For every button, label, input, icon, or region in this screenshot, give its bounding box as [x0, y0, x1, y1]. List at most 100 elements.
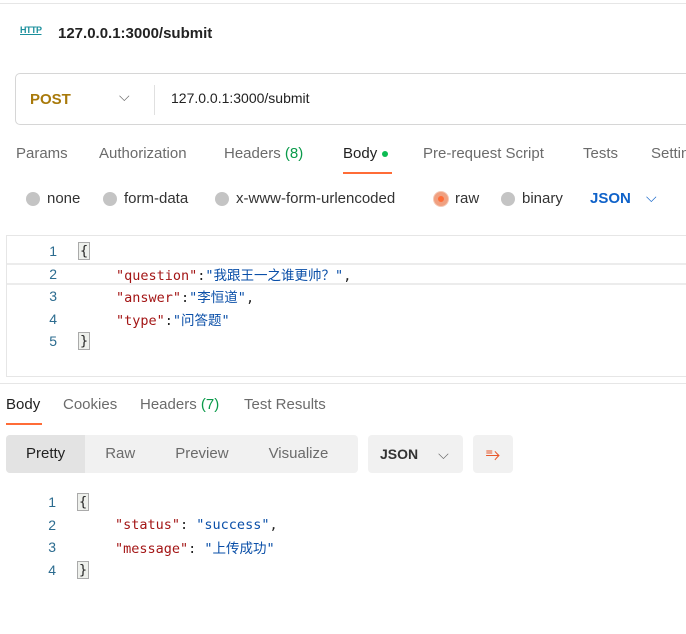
tab-body[interactable]: Body: [343, 145, 389, 162]
http-icon: HTTP: [20, 25, 42, 35]
code-content: }: [78, 332, 91, 350]
line-number: 4: [48, 561, 56, 578]
tab-label: Headers: [224, 145, 281, 162]
tab-tests[interactable]: Tests: [583, 145, 618, 162]
view-preview[interactable]: Preview: [155, 435, 248, 473]
code-line: 4}: [6, 559, 686, 581]
brace: }: [78, 332, 91, 350]
json-sep: :: [180, 516, 197, 533]
radio-icon: [26, 191, 40, 206]
radio-label: x-www-form-urlencoded: [236, 190, 396, 207]
code-line: 3 "answer":"李恒道",: [7, 285, 686, 307]
chevron-down-icon: ⌵: [438, 446, 449, 462]
line-number: 2: [48, 516, 56, 533]
pane-divider[interactable]: [0, 383, 686, 384]
tab-authorization[interactable]: Authorization: [99, 145, 187, 162]
tab-params[interactable]: Params: [16, 145, 68, 162]
request-title[interactable]: 127.0.0.1:3000/submit: [58, 25, 212, 42]
line-number: 3: [49, 288, 57, 304]
body-format-select[interactable]: JSON: [590, 190, 631, 207]
active-tab-underline: [343, 172, 392, 174]
code-line: 2 "status": "success",: [6, 514, 686, 536]
line-number: 1: [48, 494, 56, 510]
top-divider: [0, 3, 686, 4]
radio-form-data[interactable]: form-data: [103, 190, 188, 207]
view-visualize[interactable]: Visualize: [249, 435, 349, 473]
chevron-down-icon[interactable]: ⌵: [119, 88, 130, 105]
format-label: JSON: [380, 446, 419, 462]
radio-urlencoded[interactable]: x-www-form-urlencoded: [215, 190, 395, 207]
code-content: {: [77, 493, 90, 511]
json-val: "李恒道": [189, 290, 246, 306]
code-line: 4 "type":"问答题": [7, 308, 686, 330]
json-key: "status": [115, 516, 181, 533]
brace: {: [77, 493, 90, 511]
radio-raw[interactable]: raw: [434, 190, 479, 207]
response-body-viewer: 1{2 "status": "success", 3 "message": "上传成功…: [6, 487, 686, 587]
view-raw[interactable]: Raw: [85, 435, 155, 473]
json-end: ,: [343, 267, 352, 284]
code-content: "message": "上传成功": [115, 537, 275, 557]
radio-icon: [501, 191, 515, 206]
brace: }: [77, 560, 90, 579]
radio-none[interactable]: none: [26, 190, 80, 207]
json-val: "问答题": [172, 312, 230, 329]
radio-selected-icon: [434, 191, 448, 206]
brace: {: [78, 242, 91, 260]
json-val: "success": [196, 516, 270, 533]
line-number: 4: [49, 310, 57, 327]
radio-label: raw: [455, 190, 480, 207]
tab-pre-request-script[interactable]: Pre-request Script: [423, 145, 544, 162]
json-sep: :: [188, 541, 205, 557]
method-select[interactable]: POST: [30, 91, 71, 108]
code-line: 5}: [7, 330, 686, 352]
tab-headers[interactable]: Headers (8): [224, 145, 303, 162]
json-key: "answer": [116, 290, 182, 306]
url-bar: POST ⌵ 127.0.0.1:3000/submit: [15, 73, 686, 125]
json-sep: :: [164, 312, 173, 329]
radio-label: binary: [522, 190, 563, 207]
radio-label: none: [47, 190, 81, 207]
json-end: ,: [245, 290, 255, 306]
radio-icon: [215, 191, 229, 206]
tab-label: Body: [343, 145, 378, 162]
request-body-editor[interactable]: 1{2 "question":"我跟王一之谁更帅？", 3 "answer":"李恒道…: [6, 235, 686, 377]
active-tab-underline: [6, 423, 42, 425]
json-key: "message": [115, 541, 189, 557]
line-number: 1: [49, 243, 57, 259]
response-tab-body[interactable]: Body: [6, 396, 40, 413]
code-content: }: [77, 560, 90, 579]
radio-binary[interactable]: binary: [501, 190, 563, 207]
headers-count: (7): [200, 396, 220, 413]
code-content: "question":"我跟王一之谁更帅？",: [116, 264, 351, 284]
code-line: 1{: [6, 491, 686, 513]
view-pretty[interactable]: Pretty: [6, 435, 86, 473]
line-number: 3: [48, 539, 56, 555]
divider: [154, 85, 155, 115]
modified-dot-icon: [382, 151, 389, 158]
wrap-lines-icon[interactable]: ⥱: [473, 435, 513, 473]
code-content: "status": "success",: [115, 517, 278, 533]
tab-label: Headers: [140, 396, 197, 413]
url-input[interactable]: 127.0.0.1:3000/submit: [171, 90, 310, 106]
view-mode-toggle: Pretty Raw Preview Visualize: [6, 435, 358, 473]
response-tab-headers[interactable]: Headers (7): [140, 396, 219, 413]
response-tab-test-results[interactable]: Test Results: [244, 396, 326, 413]
response-format-select[interactable]: JSON ⌵: [368, 435, 463, 473]
line-number: 2: [49, 265, 57, 282]
json-key: "type": [116, 312, 165, 329]
line-number: 5: [49, 333, 57, 349]
code-line: 1{: [7, 240, 686, 262]
chevron-down-icon[interactable]: ⌵: [646, 189, 657, 206]
code-line: 3 "message": "上传成功": [6, 536, 686, 558]
response-tab-cookies[interactable]: Cookies: [63, 396, 117, 413]
code-content: {: [78, 242, 91, 260]
json-key: "question": [116, 267, 198, 284]
tab-settings[interactable]: Settings: [651, 145, 686, 162]
json-val: "我跟王一之谁更帅？": [205, 267, 344, 284]
code-content: "type":"问答题": [116, 309, 230, 329]
code-content: "answer":"李恒道",: [116, 286, 254, 306]
radio-label: form-data: [124, 190, 189, 207]
json-val: "上传成功": [204, 541, 275, 557]
json-end: ,: [269, 516, 278, 533]
